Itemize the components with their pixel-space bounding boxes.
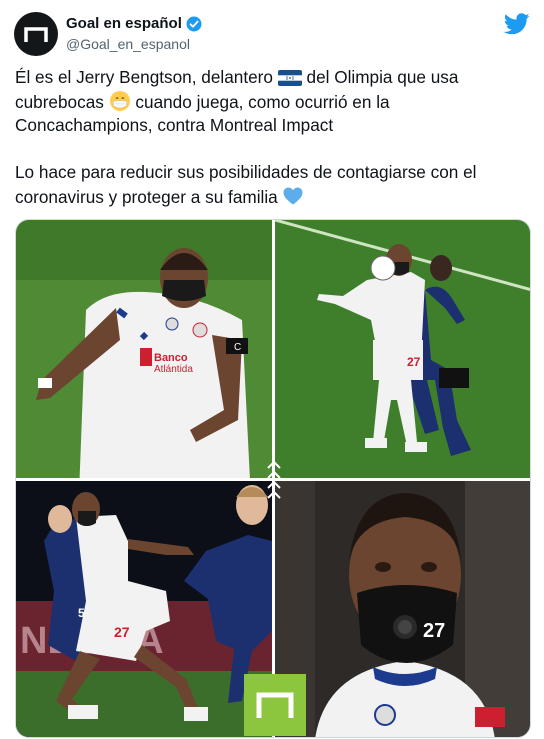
mask-face-emoji	[109, 90, 130, 111]
tweet-text-part: Él es el Jerry Bengtson, delantero	[15, 67, 278, 87]
account-handle[interactable]: @Goal_en_espanol	[66, 36, 202, 52]
goal-logo-icon	[24, 27, 48, 42]
photo-2[interactable]: 27	[275, 220, 530, 478]
tweet-text-part: Lo hace para reducir sus posibilidades d…	[15, 162, 482, 207]
blue-heart-emoji	[283, 187, 303, 204]
chevron-up-icon	[267, 460, 281, 499]
tweet-header: Goal en español @Goal_en_espanol	[14, 12, 530, 56]
media-grid: C Banco Atlántida 27 27 5 27	[15, 219, 531, 738]
tweet-card: Goal en español @Goal_en_espanol Él es e…	[0, 0, 544, 739]
tweet-text: Él es el Jerry Bengtson, delantero del O…	[15, 66, 531, 209]
photo-4[interactable]: 27	[275, 481, 530, 737]
jersey-number: 27	[423, 620, 445, 642]
goal-logo-icon	[244, 674, 306, 736]
twitter-bird-icon[interactable]	[504, 13, 530, 35]
svg-text:Atlántida: Atlántida	[154, 364, 193, 375]
svg-text:Banco: Banco	[154, 352, 188, 364]
jersey-number: 27	[407, 355, 421, 369]
photo-3[interactable]: NES CA 27 5	[16, 481, 272, 737]
photo-1[interactable]: C Banco Atlántida	[16, 220, 272, 478]
avatar[interactable]	[14, 12, 58, 56]
display-name[interactable]: Goal en español	[66, 15, 182, 32]
honduras-flag-icon	[277, 70, 302, 86]
account-names: Goal en español @Goal_en_espanol	[66, 15, 202, 52]
verified-badge-icon	[186, 16, 202, 31]
jersey-number: 27	[114, 624, 130, 640]
jersey-number: 5	[78, 606, 85, 620]
svg-text:C: C	[234, 342, 241, 353]
